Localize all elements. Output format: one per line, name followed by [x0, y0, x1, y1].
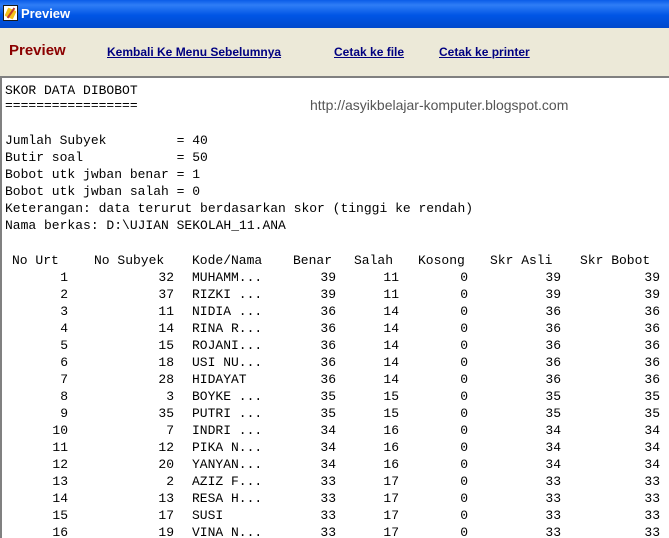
table-cell: 34 [644, 457, 660, 472]
table-cell: 36 [644, 304, 660, 319]
table-cell: 33 [644, 525, 660, 538]
table-cell: 12 [158, 440, 174, 455]
window-title: Preview [21, 6, 71, 21]
report-meta-line: Bobot utk jwban salah = 0 [5, 184, 201, 199]
table-cell: 28 [158, 372, 174, 387]
report-meta-line: Bobot utk jwban benar = 1 [5, 167, 201, 182]
table-cell: 19 [158, 525, 174, 538]
table-cell: 35 [644, 389, 660, 404]
column-header: No Urt [12, 253, 59, 268]
column-header: No Subyek [94, 253, 165, 268]
preview-label: Preview [9, 42, 66, 59]
table-cell: 17 [158, 508, 174, 523]
table-cell: 3 [166, 389, 174, 404]
report-meta-line: Jumlah Subyek = 40 [5, 133, 208, 148]
table-cell: 39 [644, 287, 660, 302]
table-cell: 15 [158, 338, 174, 353]
table-cell: 35 [644, 406, 660, 421]
table-cell: 36 [644, 372, 660, 387]
table-cell: 32 [158, 270, 174, 285]
watermark-url: http://asyikbelajar-komputer.blogspot.co… [310, 97, 569, 113]
table-cell: 39 [644, 270, 660, 285]
column-header: Skr Asli [490, 253, 553, 268]
back-to-menu-link[interactable]: Kembali Ke Menu Sebelumnya [107, 45, 281, 59]
title-bar: Preview [0, 0, 669, 28]
table-cell: 33 [644, 491, 660, 506]
report-meta-line: Keterangan: data terurut berdasarkan sko… [5, 201, 474, 216]
app-icon [3, 5, 18, 21]
column-header: Kosong [418, 253, 465, 268]
report-view[interactable]: SKOR DATA DIBOBOT ================= http… [0, 76, 669, 538]
table-cell: 13 [158, 491, 174, 506]
table-cell: 14 [158, 321, 174, 336]
column-header: Salah [354, 253, 394, 268]
table-cell: 33 [644, 474, 660, 489]
table-cell: 34 [644, 423, 660, 438]
table-cell: 33 [644, 508, 660, 523]
table-cell: 11 [158, 304, 174, 319]
table-cell: 18 [158, 355, 174, 370]
table-cell: 35 [158, 406, 174, 421]
table-cell: 36 [644, 321, 660, 336]
column-header: Skr Bobot [580, 253, 651, 268]
table-cell: 37 [158, 287, 174, 302]
table-cell: 7 [166, 423, 174, 438]
report-meta-line: Nama berkas: D:\UJIAN SEKOLAH_11.ANA [5, 218, 286, 233]
print-to-file-link[interactable]: Cetak ke file [334, 45, 404, 59]
table-cell: 20 [158, 457, 174, 472]
table-cell: 36 [644, 338, 660, 353]
table-cell: 34 [644, 440, 660, 455]
table-cell: 36 [644, 355, 660, 370]
column-header: Kode/Nama [192, 253, 263, 268]
report-meta-line: Butir soal = 50 [5, 150, 208, 165]
print-to-printer-link[interactable]: Cetak ke printer [439, 45, 530, 59]
report-title-underline: ================= [5, 98, 138, 113]
toolbar: Preview Kembali Ke Menu Sebelumnya Cetak… [0, 28, 669, 76]
table-cell: 2 [166, 474, 174, 489]
column-header: Benar [293, 253, 333, 268]
